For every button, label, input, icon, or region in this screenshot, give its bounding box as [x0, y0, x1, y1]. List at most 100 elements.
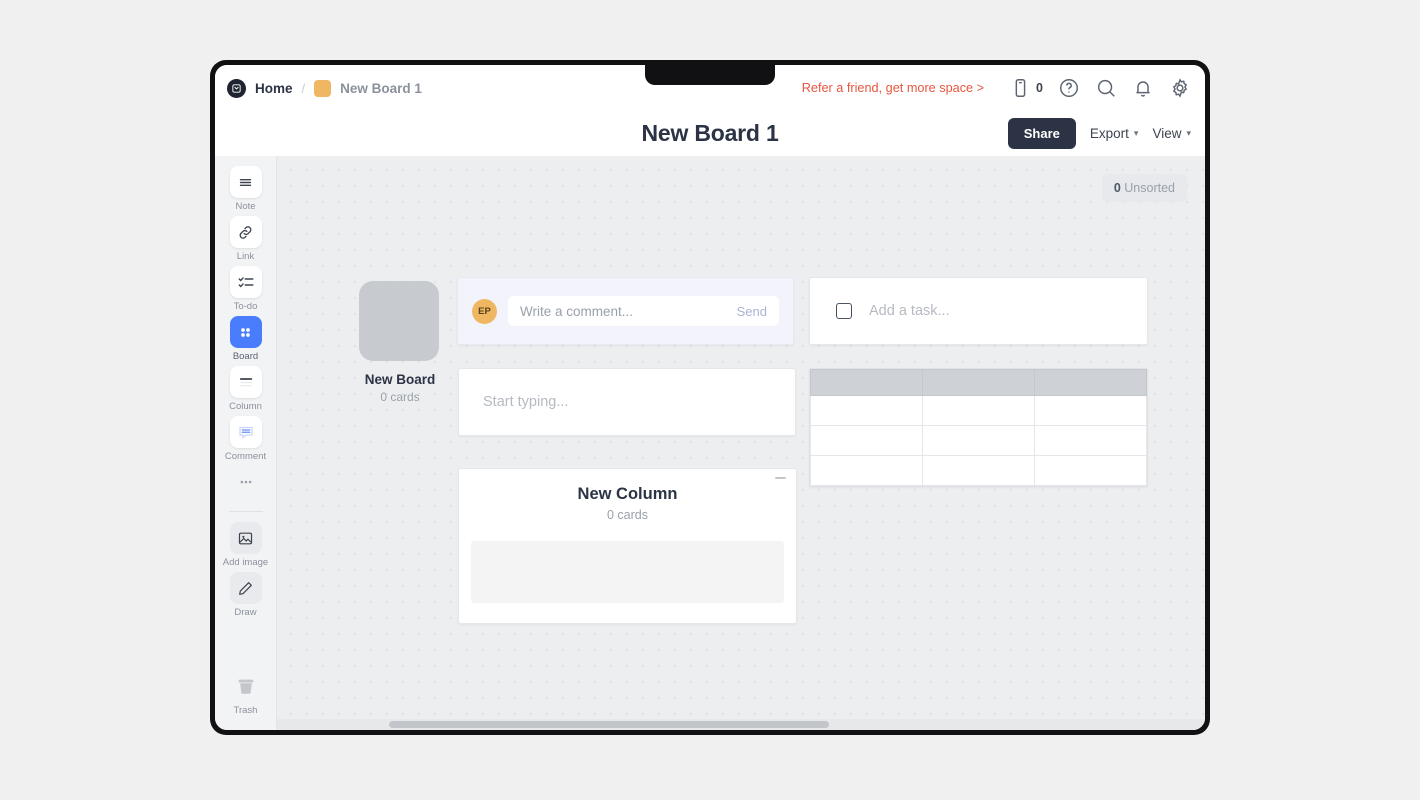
table	[810, 369, 1147, 486]
avatar: EP	[472, 298, 497, 324]
table-cell[interactable]	[810, 395, 923, 426]
sidebar-item-trash[interactable]: Trash	[218, 670, 274, 716]
breadcrumb-home[interactable]: Home	[255, 81, 293, 96]
board-grid-icon	[229, 316, 262, 348]
table-cell[interactable]	[922, 455, 1035, 486]
sidebar-item-note[interactable]: Note	[218, 166, 274, 212]
table-cell[interactable]	[1034, 425, 1147, 456]
breadcrumb: Home / New Board 1	[227, 78, 422, 98]
breadcrumb-separator: /	[301, 80, 306, 96]
sidebar-item-add-image[interactable]: Add image	[218, 522, 274, 568]
column-title: New Column	[577, 485, 678, 503]
sidebar-item-todo[interactable]: To-do	[218, 266, 274, 312]
sidebar-divider	[228, 511, 263, 512]
board-card-name: New Board	[364, 372, 436, 387]
table-header-row	[810, 369, 1147, 396]
export-menu-button[interactable]: Export ▾	[1090, 126, 1139, 141]
trash-icon	[230, 670, 262, 702]
unsorted-badge[interactable]: 0 Unsorted	[1101, 174, 1187, 202]
sidebar-label-link: Link	[236, 251, 255, 262]
table-cell[interactable]	[922, 395, 1035, 426]
sidebar-more-button[interactable]	[218, 466, 274, 498]
chevron-down-icon: ▾	[1186, 128, 1191, 138]
bell-icon[interactable]	[1132, 77, 1154, 99]
column-widget[interactable]: New Column 0 cards	[458, 468, 797, 624]
comment-placeholder: Write a comment...	[520, 303, 634, 319]
sidebar-label-add-image: Add image	[222, 557, 269, 568]
sidebar-label-draw: Draw	[234, 607, 257, 618]
horizontal-scrollbar[interactable]	[277, 719, 1205, 730]
send-comment-button[interactable]: Send	[737, 304, 767, 319]
app-body: Note Link To-do Board Column Comment Add…	[215, 156, 1205, 730]
table-row	[810, 425, 1147, 456]
help-circle-icon[interactable]	[1058, 77, 1080, 99]
board-card-count: 0 cards	[380, 390, 420, 404]
mobile-device-count: 0	[1036, 81, 1043, 95]
table-widget[interactable]	[809, 368, 1148, 487]
table-cell[interactable]	[1034, 395, 1147, 426]
top-bar-actions: Refer a friend, get more space > 0	[802, 77, 1191, 99]
gear-icon[interactable]	[1169, 77, 1191, 99]
board-canvas[interactable]: 0 Unsorted New Board 0 cards EP Write a …	[277, 156, 1205, 730]
comment-bubble-icon	[229, 416, 262, 448]
table-row	[810, 395, 1147, 426]
note-lines-icon	[229, 166, 262, 198]
breadcrumb-current[interactable]: New Board 1	[340, 81, 422, 96]
sidebar-item-column[interactable]: Column	[218, 366, 274, 412]
mobile-device-button[interactable]: 0	[1009, 77, 1043, 99]
refer-a-friend-link[interactable]: Refer a friend, get more space >	[802, 81, 984, 95]
comment-input-wrap[interactable]: Write a comment... Send	[508, 296, 779, 326]
device-frame: Home / New Board 1 Refer a friend, get m…	[210, 60, 1210, 735]
board-card[interactable]: New Board 0 cards	[359, 281, 441, 404]
mobile-device-icon	[1015, 79, 1026, 97]
table-cell[interactable]	[922, 425, 1035, 456]
minimize-icon[interactable]	[775, 477, 786, 479]
checkbox-empty-icon[interactable]	[836, 303, 852, 319]
image-icon	[229, 522, 262, 554]
column-drop-zone[interactable]	[471, 541, 784, 603]
chevron-down-icon: ▾	[1133, 128, 1139, 138]
table-cell[interactable]	[1034, 455, 1147, 486]
link-chain-icon	[229, 216, 262, 248]
view-menu-button[interactable]: View ▾	[1152, 126, 1191, 141]
title-bar-actions: Share Export ▾ View ▾	[1007, 118, 1191, 149]
unsorted-count: 0	[1113, 181, 1121, 195]
title-bar: New Board 1 Share Export ▾ View ▾	[215, 111, 1205, 156]
table-cell[interactable]	[810, 425, 923, 456]
sidebar-item-draw[interactable]: Draw	[218, 572, 274, 618]
sidebar-label-board: Board	[232, 351, 259, 362]
sidebar-label-todo: To-do	[233, 301, 258, 312]
todo-widget[interactable]: Add a task...	[809, 277, 1148, 345]
column-icon	[229, 366, 262, 398]
more-dots-icon	[230, 466, 262, 498]
app-screen: Home / New Board 1 Refer a friend, get m…	[215, 65, 1205, 730]
search-icon[interactable]	[1095, 77, 1117, 99]
pencil-icon	[229, 572, 262, 604]
scrollbar-thumb[interactable]	[389, 721, 829, 728]
todo-placeholder: Add a task...	[869, 303, 950, 319]
board-thumbnail	[359, 281, 439, 361]
checklist-icon	[229, 266, 262, 298]
sidebar-label-comment: Comment	[224, 451, 267, 462]
device-notch	[645, 65, 775, 85]
note-widget[interactable]: Start typing...	[458, 368, 796, 436]
table-header-cell[interactable]	[810, 369, 923, 396]
share-button[interactable]: Share	[1007, 118, 1076, 149]
board-color-swatch	[314, 79, 332, 97]
comment-widget[interactable]: EP Write a comment... Send	[457, 277, 794, 345]
column-card-count: 0 cards	[607, 508, 648, 522]
sidebar-item-board[interactable]: Board	[218, 316, 274, 362]
app-logo-icon[interactable]	[227, 78, 246, 98]
export-label: Export	[1089, 126, 1129, 141]
sidebar-label-note: Note	[235, 201, 256, 212]
unsorted-label: Unsorted	[1124, 181, 1175, 195]
sidebar-item-comment[interactable]: Comment	[218, 416, 274, 462]
table-header-cell[interactable]	[1034, 369, 1147, 396]
tool-sidebar: Note Link To-do Board Column Comment Add…	[215, 156, 277, 730]
sidebar-item-link[interactable]: Link	[218, 216, 274, 262]
sidebar-label-trash: Trash	[233, 705, 258, 716]
table-row	[810, 455, 1147, 486]
view-label: View	[1152, 126, 1182, 141]
table-header-cell[interactable]	[922, 369, 1035, 396]
table-cell[interactable]	[810, 455, 923, 486]
